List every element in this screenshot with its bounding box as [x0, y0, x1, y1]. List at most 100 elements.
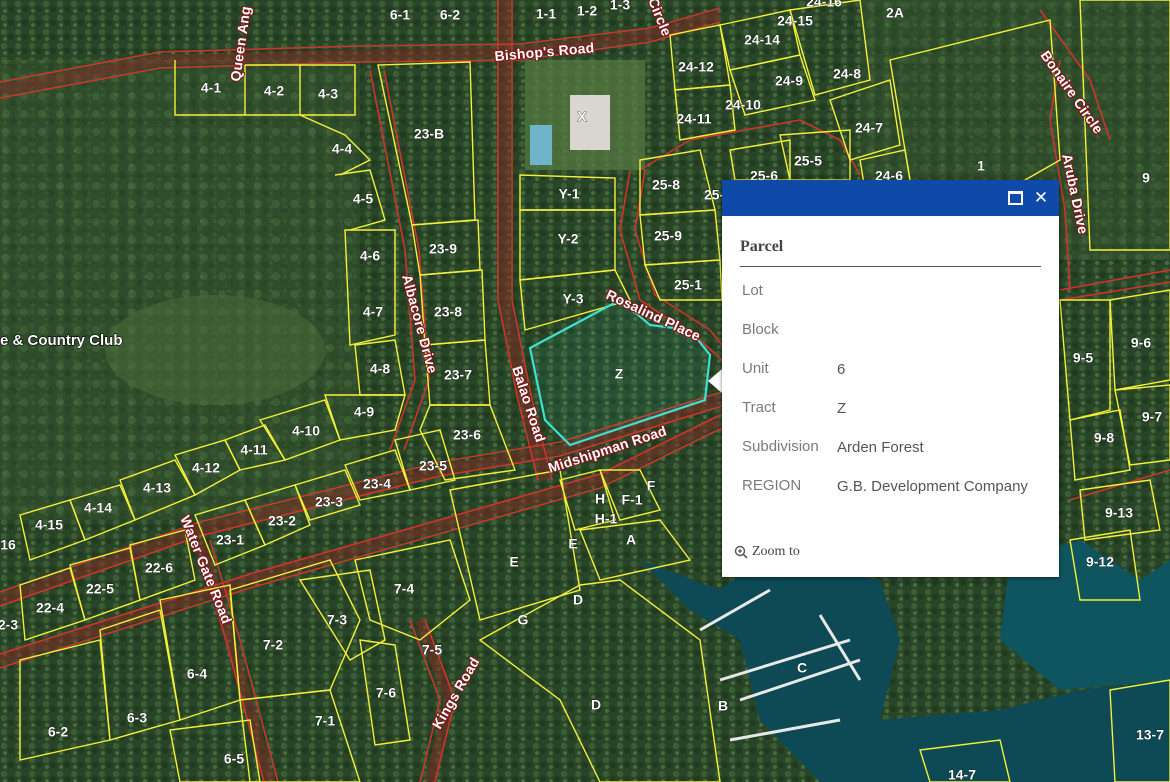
parcel-label: 24-16 [806, 0, 842, 10]
parcel-label: Z [615, 366, 624, 382]
parcel-label: 1-2 [577, 3, 597, 19]
parcel-label: 4-11 [240, 442, 267, 458]
parcel-label: X [577, 109, 587, 125]
parcel-label: Y-3 [562, 291, 583, 307]
parcel-label: 7-2 [263, 637, 283, 653]
parcel-label: 25-1 [674, 277, 702, 293]
parcel-label: 9-7 [1142, 409, 1162, 425]
parcel-label: 22-6 [145, 560, 173, 576]
parcel-label: 23-4 [363, 476, 391, 492]
parcel-label: 23-6 [453, 427, 481, 443]
parcel-label: 4-1 [201, 80, 221, 96]
parcel-label: 7-3 [327, 612, 347, 628]
popup-header: ✕ [722, 180, 1059, 216]
place-label-country-club: e & Country Club [0, 332, 123, 349]
close-icon: ✕ [1033, 188, 1049, 208]
parcel-label: 25-9 [654, 228, 682, 244]
parcel-label: 16 [0, 537, 16, 553]
parcel-label: 23-8 [434, 304, 462, 320]
parcel-label: 9-8 [1094, 430, 1114, 446]
attribute-key: Block [742, 321, 779, 338]
parcel-label: E [568, 536, 577, 552]
attribute-row: Lot [742, 277, 1037, 316]
popup-pointer [708, 369, 722, 393]
attribute-row: Subdivision Arden Forest [742, 433, 1037, 472]
parcel-label: 24-7 [855, 120, 883, 136]
parcel-popup: ✕ Parcel Lot Block Unit 6 Tract Z Subdivis… [722, 180, 1059, 577]
parcel-label: 1-1 [536, 6, 556, 22]
attribute-row: Block [742, 316, 1037, 355]
parcel-label: 24-14 [744, 32, 780, 48]
parcel-label: 1 [977, 158, 985, 174]
parcel-label: 4-2 [264, 83, 284, 99]
parcel-label: 6-3 [127, 710, 147, 726]
parcel-label: 23-5 [419, 458, 447, 474]
parcel-label: 23-3 [315, 494, 343, 510]
parcel-label: F-1 [622, 492, 643, 508]
parcel-label: F [647, 478, 656, 494]
vegetation-patch [0, 60, 360, 520]
parcel-label: 7-6 [376, 685, 396, 701]
building [570, 95, 610, 150]
parcel-label: 2A [886, 5, 904, 21]
parcel-label: 7-4 [394, 581, 414, 597]
parcel-label: 4-8 [370, 361, 390, 377]
parcel-label: 9-13 [1105, 505, 1133, 521]
attribute-key: REGION [742, 477, 802, 494]
parcel-label: C [797, 660, 807, 676]
parcel-label: 2-3 [0, 617, 18, 633]
attribute-value: G.B. Development Company [837, 478, 1028, 495]
parcel-label: 4-10 [292, 423, 320, 439]
parcel-label: 9 [1142, 170, 1150, 186]
attribute-value [837, 316, 1037, 355]
parcel-label: 6-2 [48, 724, 68, 740]
parcel-label: 4-3 [318, 86, 338, 102]
clearing [105, 295, 325, 405]
parcel-label: B [718, 698, 728, 714]
parcel-label: G [518, 612, 529, 628]
attribute-key: Tract [742, 399, 776, 416]
parcel-label: 25-5 [794, 153, 822, 169]
parcel-label: 4-13 [143, 480, 171, 496]
zoom-in-icon [734, 545, 748, 559]
parcel-label: 4-12 [192, 460, 220, 476]
parcel-label: 25-8 [652, 177, 680, 193]
parcel-label: 1-3 [610, 0, 630, 13]
parcel-label: 6-5 [224, 751, 244, 767]
attribute-value: Z [837, 400, 847, 417]
parcel-label: A [626, 532, 636, 548]
parcel-label: 4-6 [360, 248, 380, 264]
parcel-label: 24-10 [725, 97, 761, 113]
parcel-label: 4-5 [353, 191, 373, 207]
attribute-value [837, 277, 1037, 316]
parcel-label: 13-7 [1136, 727, 1164, 743]
attribute-row: Unit 6 [742, 355, 1037, 394]
parcel-label: E [509, 554, 518, 570]
attribute-table: Lot Block Unit 6 Tract Z Subdivision Arden … [742, 277, 1037, 511]
pool [530, 125, 552, 165]
parcel-label: 4-7 [363, 304, 383, 320]
parcel-label: 22-5 [86, 581, 114, 597]
zoom-to-label: Zoom to [752, 544, 800, 559]
parcel-label: 4-14 [84, 500, 112, 516]
parcel-label: 24-12 [678, 59, 714, 75]
parcel-label: 7-1 [315, 713, 335, 729]
parcel-label: 4-9 [354, 404, 374, 420]
maximize-button[interactable] [1007, 190, 1023, 206]
attribute-key: Subdivision [742, 438, 819, 455]
parcel-label: 4-15 [35, 517, 63, 533]
parcel-label: 9-5 [1073, 350, 1093, 366]
parcel-label: D [573, 592, 583, 608]
zoom-to-link[interactable]: Zoom to [734, 544, 800, 560]
parcel-label: Y-2 [557, 231, 578, 247]
parcel-label: 22-4 [36, 600, 64, 616]
parcel-label: 23-2 [268, 513, 296, 529]
attribute-key: Lot [742, 282, 763, 299]
close-button[interactable]: ✕ [1033, 188, 1049, 208]
parcel-label: 14-7 [948, 767, 976, 782]
parcel-label: H [595, 491, 605, 507]
parcel-label: 9-12 [1086, 554, 1114, 570]
parcel-label: 9-6 [1131, 335, 1151, 351]
parcel-label: 23-9 [429, 241, 457, 257]
parcel-label: 23-1 [216, 532, 244, 548]
